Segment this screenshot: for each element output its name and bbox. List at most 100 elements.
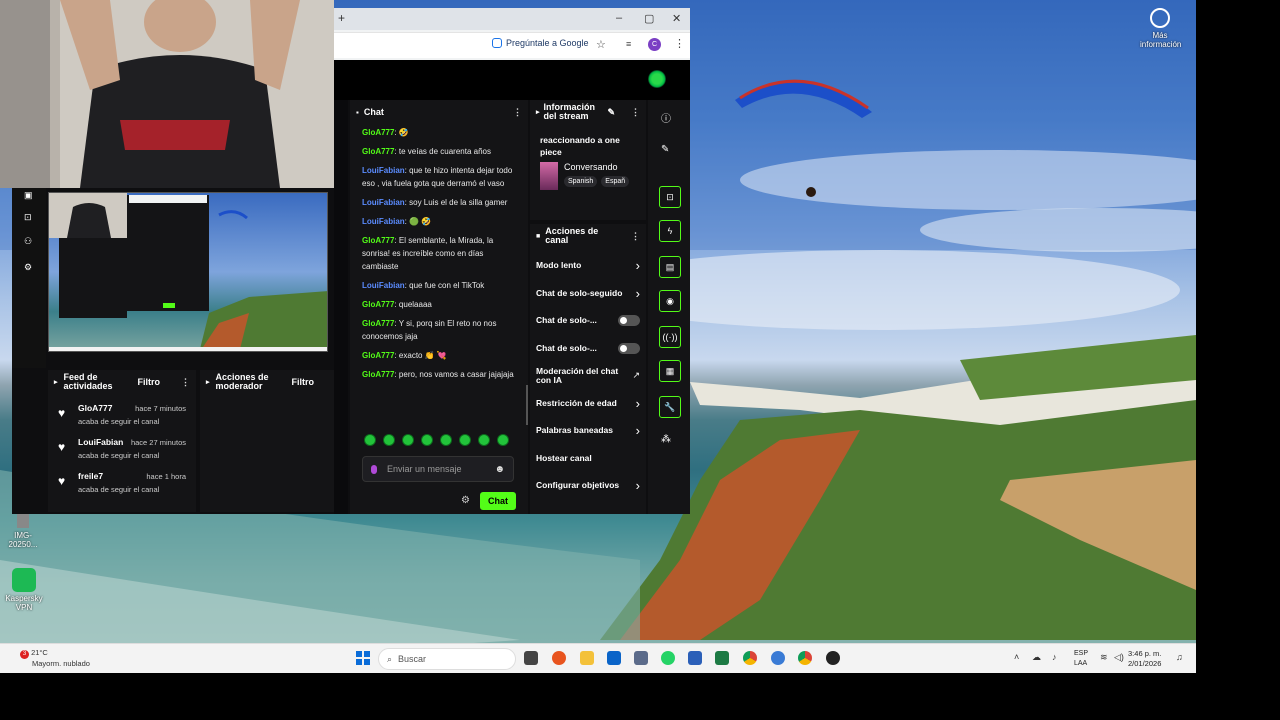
chat-username[interactable]: GloA777 (362, 236, 394, 245)
chat-menu-icon[interactable]: ⋮ (513, 107, 522, 117)
preview-sidebar: ▣ ⊡ ⚇ ⚙ (12, 188, 46, 368)
close-button[interactable]: ✕ (672, 12, 681, 25)
channel-action-item[interactable]: Restricción de edad › (530, 390, 646, 418)
emote-icon[interactable] (402, 434, 414, 446)
channel-action-item[interactable]: Modo lento › (530, 252, 646, 280)
chat-username[interactable]: GloA777 (362, 351, 394, 360)
chat-message-input[interactable]: Enviar un mensaje ☻ (362, 456, 514, 482)
rail-button-tools[interactable]: 🔧 (659, 396, 681, 418)
chat-text: : te veías de cuarenta años (394, 147, 491, 156)
send-chat-button[interactable]: Chat (480, 492, 516, 510)
start-button[interactable] (356, 651, 370, 665)
whatsapp-icon[interactable] (661, 651, 675, 665)
chat-username[interactable]: LouiFabian (362, 217, 405, 226)
new-tab-button[interactable]: + (338, 11, 345, 25)
pin-icon[interactable]: ▸ (54, 378, 58, 387)
chat-username[interactable]: LouiFabian (362, 198, 405, 207)
pin-icon[interactable]: ▸ (536, 108, 540, 117)
scan-icon[interactable]: ⊡ (24, 212, 32, 223)
word-icon[interactable] (688, 651, 702, 665)
desktop-icon-kaspersky[interactable]: Kaspersky VPN (4, 568, 44, 612)
maximize-button[interactable]: ▢ (644, 12, 654, 25)
bookmark-star-icon[interactable]: ☆ (596, 38, 606, 51)
task-view-icon[interactable] (524, 651, 538, 665)
wifi-icon[interactable]: ≋ (1100, 652, 1108, 663)
firefox-icon[interactable] (552, 651, 566, 665)
users-icon[interactable]: ⚇ (24, 236, 32, 247)
chrome-active-icon[interactable] (798, 651, 812, 665)
emote-icon[interactable] (459, 434, 471, 446)
tag-chip[interactable]: Spanish (564, 176, 598, 187)
channel-action-item[interactable]: Chat de solo-... (530, 307, 646, 335)
chat-username[interactable]: GloA777 (362, 319, 394, 328)
toggle-switch[interactable] (618, 315, 640, 327)
network-tray-icon[interactable]: ☁ (1032, 652, 1041, 663)
emote-icon[interactable] (421, 434, 433, 446)
channel-action-item[interactable]: Moderación del chat con IA ↗ (530, 362, 646, 390)
volume-icon[interactable]: ◁) (1114, 652, 1124, 663)
emoji-picker-icon[interactable]: ☻ (494, 464, 505, 475)
feed-filter-button[interactable]: Filtro (138, 377, 161, 387)
channel-action-item[interactable]: Configurar objetivos › (530, 472, 646, 500)
settings-icon[interactable]: ⚙ (24, 262, 32, 273)
sidebar-icon-1[interactable]: ▣ (24, 190, 33, 201)
chrome-icon[interactable] (743, 651, 757, 665)
chat-input-placeholder: Enviar un mensaje (387, 464, 462, 474)
chat-username[interactable]: LouiFabian (362, 281, 405, 290)
excel-icon[interactable] (715, 651, 729, 665)
stream-info-menu-icon[interactable]: ⋮ (631, 107, 640, 117)
media-icon[interactable]: ≡ (626, 39, 631, 49)
emote-icon[interactable] (497, 434, 509, 446)
profile-avatar[interactable]: C (648, 38, 661, 51)
apps-icon[interactable]: ⁂ (661, 434, 671, 445)
chat-username[interactable]: GloA777 (362, 370, 394, 379)
rail-button-broadcast[interactable]: ((·)) (659, 326, 681, 348)
notification-bell-icon[interactable]: ♫ (1176, 652, 1183, 662)
language-indicator[interactable]: ESP LAA (1074, 649, 1088, 669)
emote-icon[interactable] (440, 434, 452, 446)
file-explorer-icon[interactable] (580, 651, 594, 665)
mic-icon[interactable] (371, 464, 377, 474)
channel-action-item[interactable]: Chat de solo-seguido › (530, 280, 646, 308)
rail-button-bolt[interactable]: ϟ (659, 220, 681, 242)
mic-tray-icon[interactable]: ♪ (1052, 652, 1057, 662)
emote-icon[interactable] (364, 434, 376, 446)
user-avatar[interactable] (648, 70, 666, 88)
toggle-switch[interactable] (618, 342, 640, 354)
channel-action-item[interactable]: Palabras baneadas › (530, 417, 646, 445)
emote-icon[interactable] (383, 434, 395, 446)
tag-chip[interactable]: Españ (601, 176, 630, 187)
obs-icon[interactable] (826, 651, 840, 665)
chat-username[interactable]: GloA777 (362, 300, 394, 309)
rail-button-database[interactable]: ▦ (659, 360, 681, 382)
channel-action-item[interactable]: Hostear canal (530, 445, 646, 473)
chat-username[interactable]: LouiFabian (362, 166, 405, 175)
weather-widget[interactable]: 3 21°C Mayorm. nublado (12, 648, 90, 669)
taskbar-search[interactable]: ⌕ Buscar (378, 648, 516, 670)
mod-filter-button[interactable]: Filtro (292, 377, 315, 387)
minimize-button[interactable]: – (616, 12, 622, 24)
mail-icon[interactable] (634, 651, 648, 665)
channel-action-item[interactable]: Chat de solo-... (530, 335, 646, 363)
channel-actions-menu-icon[interactable]: ⋮ (631, 231, 640, 241)
rail-button-doc[interactable]: ▤ (659, 256, 681, 278)
edit-pencil-icon[interactable]: ✎ (608, 107, 616, 117)
copilot-icon[interactable] (771, 651, 785, 665)
browser-menu-icon[interactable]: ⋮ (674, 37, 685, 50)
rail-button-chat[interactable]: ◉ (659, 290, 681, 312)
desktop-icon-mas-informacion[interactable]: Más información (1140, 8, 1181, 49)
chat-scrollbar[interactable] (526, 385, 528, 425)
taskbar-clock[interactable]: 3:46 p. m. 2/01/2026 (1128, 649, 1161, 669)
info-icon[interactable]: ⓘ (661, 110, 671, 125)
ask-google-button[interactable]: Pregúntale a Google (492, 38, 589, 48)
desktop-icon-image[interactable]: IMG-20250... (0, 512, 46, 549)
chat-settings-icon[interactable]: ⚙ (461, 495, 470, 506)
chat-username[interactable]: GloA777 (362, 128, 394, 137)
chat-username[interactable]: GloA777 (362, 147, 394, 156)
rail-button-scan[interactable]: ⊡ (659, 186, 681, 208)
edit-icon[interactable]: ✎ (661, 144, 669, 155)
outlook-icon[interactable] (607, 651, 621, 665)
tray-chevron-icon[interactable]: ˄ (1014, 652, 1019, 662)
feed-menu-icon[interactable]: ⋮ (181, 377, 190, 387)
emote-icon[interactable] (478, 434, 490, 446)
